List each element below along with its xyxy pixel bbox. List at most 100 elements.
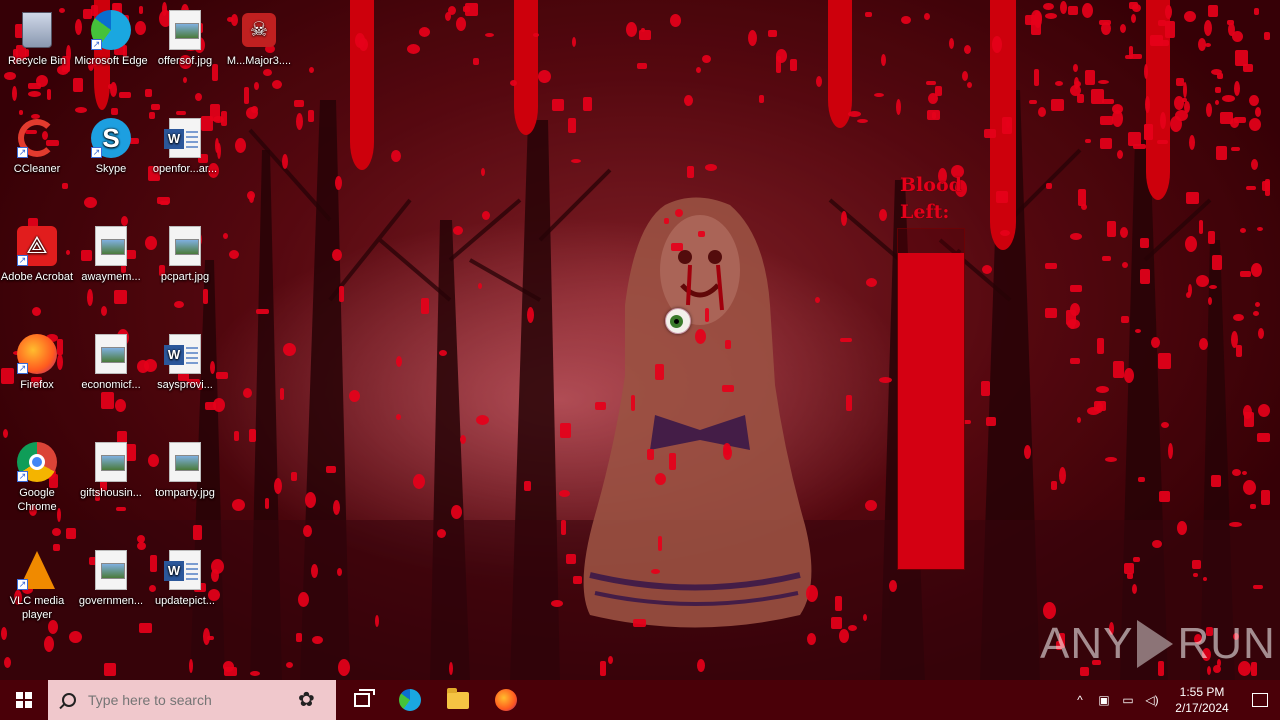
taskbar-edge-button[interactable] — [386, 680, 434, 720]
blood-meter-fill — [898, 252, 964, 569]
desktop-icon[interactable]: S ↗ Skype — [74, 116, 148, 176]
desktop-icon[interactable]: awaymem... — [74, 224, 148, 284]
blood-drip — [828, 0, 852, 128]
lotus-icon: ✿ — [298, 689, 315, 711]
word-doc-icon — [163, 116, 207, 160]
blood-left-label: Blood Left: — [900, 174, 962, 223]
taskbar: ✿ ^ ▣ ▭ ◁) 1:55 PM 2/17/2024 — [0, 680, 1280, 720]
volume-icon[interactable]: ◁) — [1140, 693, 1164, 707]
shortcut-arrow-icon: ↗ — [17, 147, 28, 158]
notification-icon — [1252, 693, 1268, 707]
search-input[interactable] — [88, 692, 288, 708]
desktop-icon-label: VLC media player — [9, 595, 65, 621]
image-file-icon — [89, 548, 133, 592]
image-file-icon — [163, 224, 207, 268]
task-view-button[interactable] — [338, 680, 386, 720]
desktop-icon-label: Microsoft Edge — [74, 55, 148, 67]
taskbar-firefox-button[interactable] — [482, 680, 530, 720]
desktop-icon-label: Skype — [95, 163, 127, 175]
notification-center-button[interactable] — [1240, 680, 1280, 720]
image-file-icon — [89, 224, 133, 268]
desktop-icon[interactable]: tomparty.jpg — [148, 440, 222, 500]
shortcut-arrow-icon: ↗ — [91, 39, 102, 50]
desktop-icon-label: governmen... — [78, 595, 144, 607]
word-doc-icon — [163, 548, 207, 592]
folder-icon — [447, 687, 469, 709]
desktop-icon[interactable]: ↗ CCleaner — [0, 116, 74, 176]
blood-drip — [990, 0, 1016, 250]
edge-icon: ↗ — [89, 8, 133, 52]
desktop-icon[interactable]: openfor...ar... — [148, 116, 222, 176]
vlc-icon: ↗ — [15, 548, 59, 592]
desktop-icon[interactable]: ☠ M...Major3.... — [222, 8, 296, 68]
desktop-icon-label: Google Chrome — [17, 487, 57, 513]
edge-icon — [399, 689, 421, 711]
taskbar-file-explorer-button[interactable] — [434, 680, 482, 720]
tray-camera-icon[interactable]: ▣ — [1092, 693, 1116, 707]
blood-drip — [350, 0, 374, 170]
watermark-text-left: ANY — [1040, 619, 1134, 668]
shortcut-arrow-icon: ↗ — [17, 579, 28, 590]
desktop-icon-label: giftshousin... — [80, 487, 142, 499]
image-file-icon — [89, 440, 133, 484]
acrobat-icon: ⟁ ↗ — [15, 224, 59, 268]
desktop-icon[interactable]: economicf... — [74, 332, 148, 392]
desktop-icon-label: pcpart.jpg — [160, 271, 210, 283]
image-file-icon — [163, 8, 207, 52]
play-icon — [1137, 620, 1174, 668]
blood-drip — [514, 0, 538, 135]
word-doc-icon — [163, 332, 207, 376]
desktop-icon[interactable]: saysprovi... — [148, 332, 222, 392]
desktop-icon[interactable]: ↗ Google Chrome — [0, 440, 74, 514]
desktop-icon-label: openfor...ar... — [152, 163, 218, 175]
desktop-icon-label: updatepict... — [155, 595, 215, 607]
tray-chevron-up-icon[interactable]: ^ — [1068, 693, 1092, 707]
shortcut-arrow-icon: ↗ — [17, 471, 28, 482]
desktop-icon[interactable]: offersof.jpg — [148, 8, 222, 68]
eyeball-cursor-icon — [665, 308, 691, 334]
image-file-icon — [89, 332, 133, 376]
desktop-icon-label: M...Major3.... — [226, 55, 292, 67]
firefox-icon: ↗ — [15, 332, 59, 376]
recycle-bin-icon — [15, 8, 59, 52]
network-icon[interactable]: ▭ — [1116, 693, 1140, 707]
blood-meter — [897, 228, 965, 570]
taskbar-search[interactable]: ✿ — [48, 680, 336, 720]
chrome-icon: ↗ — [15, 440, 59, 484]
shortcut-arrow-icon: ↗ — [17, 363, 28, 374]
desktop-icon-label: saysprovi... — [157, 379, 213, 391]
search-icon — [62, 693, 76, 707]
windows-logo-icon — [16, 692, 32, 708]
clock-date: 2/17/2024 — [1175, 701, 1229, 715]
firefox-icon — [495, 689, 517, 711]
desktop-icon-label: economicf... — [81, 379, 141, 391]
task-view-icon — [354, 689, 375, 707]
shortcut-arrow-icon: ↗ — [17, 255, 28, 266]
desktop-icon[interactable]: pcpart.jpg — [148, 224, 222, 284]
desktop-icon-label: Recycle Bin — [7, 55, 67, 67]
desktop-icon[interactable]: ↗ Firefox — [0, 332, 74, 392]
desktop-icon[interactable]: ↗ VLC media player — [0, 548, 74, 622]
system-tray: ^ ▣ ▭ ◁) 1:55 PM 2/17/2024 — [1068, 680, 1280, 720]
desktop-icon[interactable]: governmen... — [74, 548, 148, 608]
taskbar-clock[interactable]: 1:55 PM 2/17/2024 — [1164, 684, 1240, 716]
desktop-icon[interactable]: ↗ Microsoft Edge — [74, 8, 148, 68]
skype-icon: S ↗ — [89, 116, 133, 160]
anyrun-watermark: ANY RUN — [1040, 614, 1275, 674]
desktop-icon[interactable]: Recycle Bin — [0, 8, 74, 68]
desktop-icon[interactable]: giftshousin... — [74, 440, 148, 500]
image-file-icon — [163, 440, 207, 484]
desktop-icon-label: tomparty.jpg — [155, 487, 215, 499]
desktop-icon-label: CCleaner — [13, 163, 61, 175]
desktop-icon[interactable]: ⟁ ↗ Adobe Acrobat — [0, 224, 74, 284]
desktop-icon-label: Adobe Acrobat — [0, 271, 74, 283]
shortcut-arrow-icon: ↗ — [91, 147, 102, 158]
desktop-icon-label: offersof.jpg — [157, 55, 213, 67]
start-button[interactable] — [0, 680, 48, 720]
ccleaner-icon: ↗ — [15, 116, 59, 160]
desktop-icon[interactable]: updatepict... — [148, 548, 222, 608]
watermark-text-right: RUN — [1177, 619, 1276, 668]
desktop[interactable]: Blood Left: Recycle Bin ↗ Microsoft Edge of… — [0, 0, 1280, 680]
blood-drip — [1146, 0, 1170, 200]
doll-girl-figure — [583, 197, 812, 628]
